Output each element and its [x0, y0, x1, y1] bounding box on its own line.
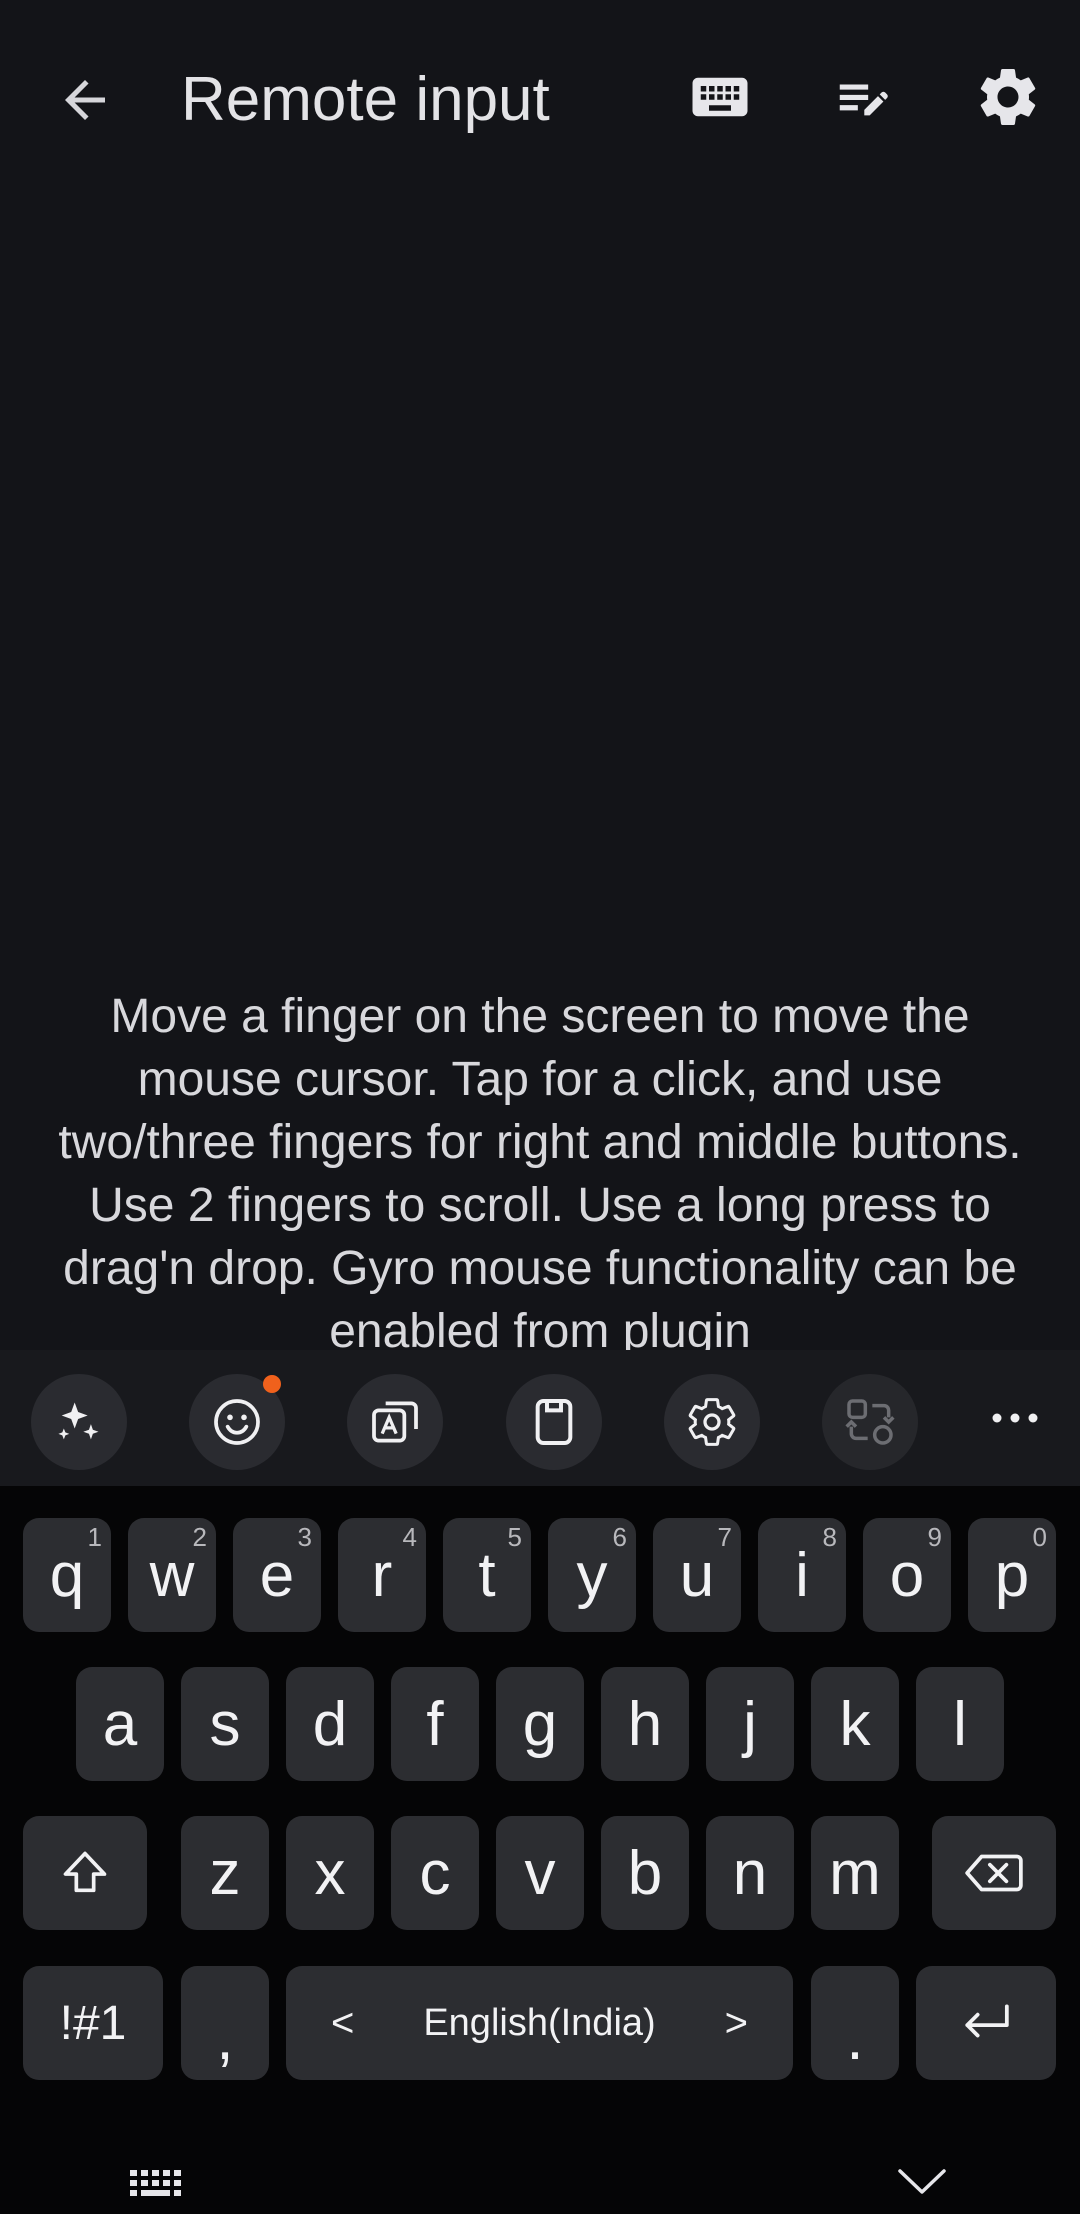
- keyboard-button[interactable]: [675, 52, 765, 142]
- key-r[interactable]: r4: [338, 1518, 426, 1632]
- shift-arrow-icon: [63, 1851, 107, 1893]
- key-y[interactable]: y6: [548, 1518, 636, 1632]
- key-w[interactable]: w2: [128, 1518, 216, 1632]
- lang-prev-icon: <: [331, 2000, 355, 2045]
- touchpad-area[interactable]: Move a finger on the screen to move the …: [0, 200, 1080, 1350]
- key-q[interactable]: q1: [23, 1518, 111, 1632]
- keyboard-switch-icon[interactable]: [128, 2168, 188, 2200]
- page-title: Remote input: [181, 65, 550, 134]
- settings-button[interactable]: [963, 52, 1053, 142]
- key-n[interactable]: n: [706, 1816, 794, 1930]
- more-options-button[interactable]: [980, 1372, 1050, 1464]
- back-button[interactable]: [40, 55, 130, 145]
- ai-tools-button[interactable]: [31, 1374, 127, 1470]
- key-hint: 2: [192, 1522, 207, 1552]
- key-label: e: [259, 1540, 295, 1610]
- emoji-icon: [214, 1399, 260, 1445]
- lang-next-icon: >: [724, 2000, 748, 2045]
- period-key[interactable]: .: [811, 1966, 899, 2080]
- key-i[interactable]: i8: [758, 1518, 846, 1632]
- key-k[interactable]: k: [811, 1667, 899, 1781]
- key-hint: 7: [717, 1522, 732, 1552]
- symbols-key[interactable]: !#1: [23, 1966, 163, 2080]
- comma-key[interactable]: ,: [181, 1966, 269, 2080]
- key-g[interactable]: g: [496, 1667, 584, 1781]
- key-s[interactable]: s: [181, 1667, 269, 1781]
- sparkle-ai-icon: [58, 1402, 99, 1440]
- language-label: English(India): [423, 2001, 656, 2044]
- key-hint: 1: [87, 1522, 102, 1552]
- edit-list-icon: [839, 84, 888, 116]
- key-h[interactable]: h: [601, 1667, 689, 1781]
- key-b[interactable]: b: [601, 1816, 689, 1930]
- key-label: p: [994, 1540, 1030, 1610]
- key-v[interactable]: v: [496, 1816, 584, 1930]
- hide-keyboard-chevron-icon[interactable]: [897, 2168, 947, 2196]
- key-label: y: [576, 1540, 608, 1610]
- key-label: w: [149, 1540, 195, 1610]
- keyboard-icon: [692, 77, 748, 117]
- backspace-icon: [965, 1854, 1023, 1892]
- key-x[interactable]: x: [286, 1816, 374, 1930]
- touchpad-help-text: Move a finger on the screen to move the …: [58, 990, 1022, 1350]
- keyboard: q1 w2 e3 r4 t5 y6 u7 i8 o9 p0 a s d f g …: [0, 1486, 1080, 2214]
- key-l[interactable]: l: [916, 1667, 1004, 1781]
- key-hint: 6: [612, 1522, 627, 1552]
- key-t[interactable]: t5: [443, 1518, 531, 1632]
- clipboard-icon: [535, 1399, 573, 1445]
- key-u[interactable]: u7: [653, 1518, 741, 1632]
- key-c[interactable]: c: [391, 1816, 479, 1930]
- key-label: r: [371, 1540, 393, 1610]
- key-j[interactable]: j: [706, 1667, 794, 1781]
- key-hint: 8: [822, 1522, 837, 1552]
- key-m[interactable]: m: [811, 1816, 899, 1930]
- key-f[interactable]: f: [391, 1667, 479, 1781]
- convert-icon: [845, 1399, 895, 1445]
- more-horizontal-icon: [992, 1413, 1038, 1423]
- settings-icon: [688, 1398, 736, 1446]
- key-label: i: [795, 1540, 809, 1610]
- key-d[interactable]: d: [286, 1667, 374, 1781]
- key-hint: 5: [507, 1522, 522, 1552]
- key-o[interactable]: o9: [863, 1518, 951, 1632]
- key-hint: 4: [402, 1522, 417, 1552]
- spacebar[interactable]: < English(India) >: [286, 1966, 793, 2080]
- edit-list-button[interactable]: [818, 55, 908, 145]
- key-hint: 3: [297, 1522, 312, 1552]
- translate-icon: [372, 1401, 418, 1443]
- key-label: t: [478, 1540, 496, 1610]
- keyboard-settings-button[interactable]: [664, 1374, 760, 1470]
- clipboard-button[interactable]: [506, 1374, 602, 1470]
- remote-input-screen: Remote input Move a finger on the screen…: [0, 0, 1080, 2214]
- enter-key[interactable]: [916, 1966, 1056, 2080]
- translate-button[interactable]: [347, 1374, 443, 1470]
- notification-dot: [263, 1375, 281, 1393]
- key-p[interactable]: p0: [968, 1518, 1056, 1632]
- arrow-left-icon: [65, 80, 105, 120]
- key-a[interactable]: a: [76, 1667, 164, 1781]
- shift-key[interactable]: [23, 1816, 147, 1930]
- key-z[interactable]: z: [181, 1816, 269, 1930]
- gear-icon: [980, 68, 1036, 125]
- backspace-key[interactable]: [932, 1816, 1056, 1930]
- convert-button[interactable]: [822, 1374, 918, 1470]
- key-hint: 0: [1032, 1522, 1047, 1552]
- key-label: q: [49, 1540, 85, 1610]
- key-hint: 9: [927, 1522, 942, 1552]
- key-e[interactable]: e3: [233, 1518, 321, 1632]
- keyboard-toolbar: [0, 1350, 1080, 1486]
- top-app-bar: Remote input: [0, 0, 1080, 200]
- key-label: o: [889, 1540, 925, 1610]
- enter-icon: [965, 2004, 1009, 2038]
- key-label: u: [679, 1540, 715, 1610]
